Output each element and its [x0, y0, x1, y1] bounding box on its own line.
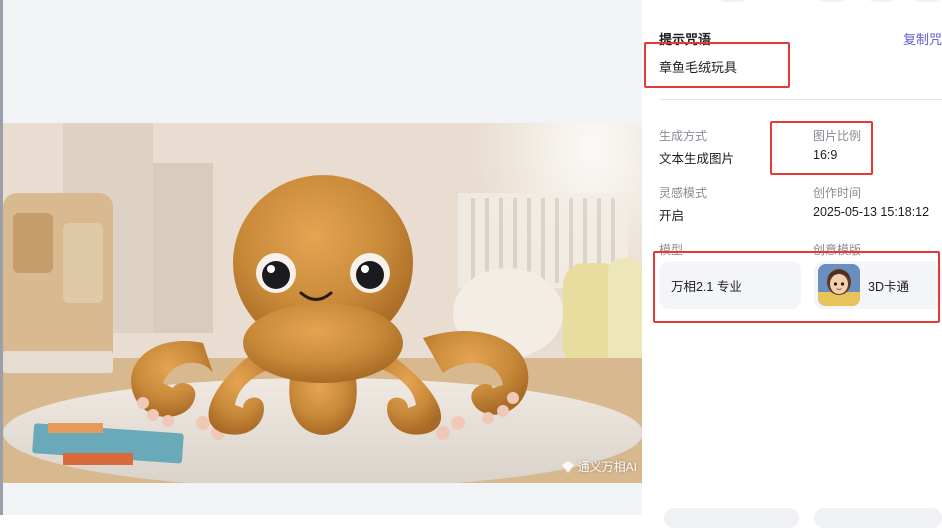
gen-method-label: 生成方式	[659, 129, 708, 143]
inspiration-label: 灵感模式	[659, 186, 708, 200]
octopus-plush-image	[3, 123, 643, 483]
top-control-pill[interactable]	[912, 0, 942, 2]
created-time-value: 2025-05-13 15:18:12	[813, 205, 930, 219]
gen-method-value: 文本生成图片	[659, 152, 735, 166]
bottom-action-pill[interactable]	[814, 508, 942, 528]
watermark-logo-icon	[561, 460, 574, 473]
watermark-text: 通义万相AI	[577, 460, 637, 474]
inspiration-value: 开启	[659, 209, 685, 223]
watermark: 通义万相AI	[561, 458, 637, 475]
details-panel: 提示咒语 复制咒 章鱼毛绒玩具 生成方式 文本生成图片 图片比例 16:9 灵感…	[642, 0, 942, 528]
top-control-pill[interactable]	[817, 0, 847, 2]
divider	[659, 99, 942, 100]
generated-image[interactable]: 通义万相AI	[3, 123, 643, 483]
top-control-pill[interactable]	[718, 0, 748, 2]
highlight-box-cards	[653, 251, 940, 323]
created-time-label: 创作时间	[813, 186, 862, 200]
highlight-box-ratio	[770, 121, 873, 175]
top-control-pill[interactable]	[867, 0, 897, 2]
copy-prompt-button[interactable]: 复制咒	[903, 29, 942, 48]
bottom-action-pill[interactable]	[664, 508, 799, 528]
image-stage: 通义万相AI	[0, 0, 643, 515]
highlight-box-prompt	[644, 42, 790, 88]
